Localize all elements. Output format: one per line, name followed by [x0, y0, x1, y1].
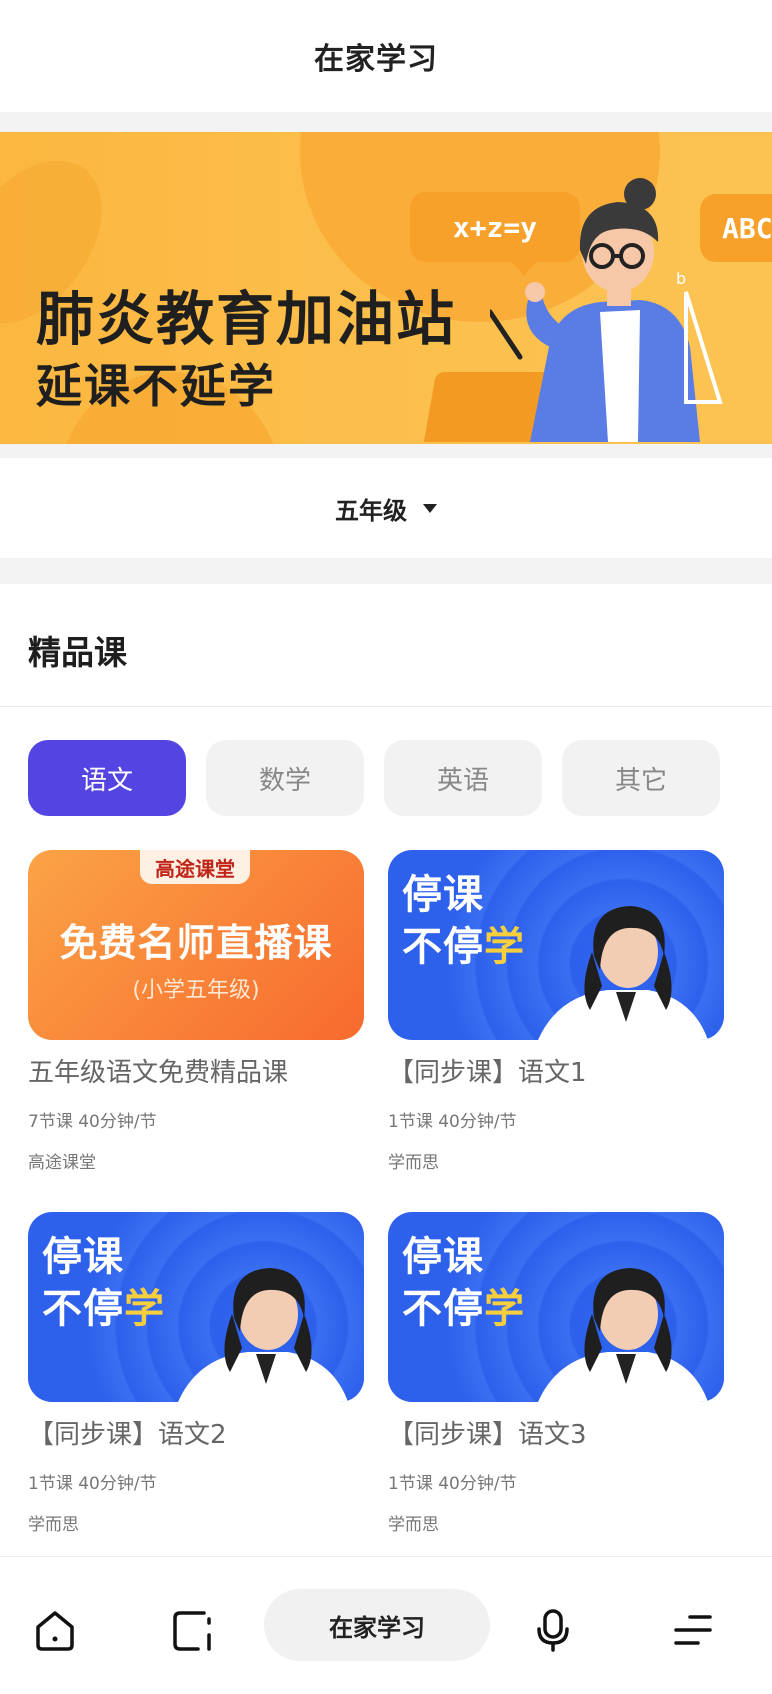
thumb-title: 免费名师直播课 — [59, 921, 333, 965]
thumb-line2: 不停学 — [42, 1276, 165, 1334]
separator — [0, 558, 772, 584]
app-header: 在家学习 — [0, 0, 772, 112]
course-card[interactable]: 停课 不停学 【同步课】语文2 1节课 40分钟/节 学而思 — [28, 1212, 364, 1535]
course-meta: 7节课 40分钟/节 — [28, 1112, 157, 1132]
course-name[interactable]: 【同步课】语文3 — [388, 1414, 724, 1451]
student-illustration — [178, 1268, 348, 1402]
course-meta: 1节课 40分钟/节 — [388, 1112, 517, 1132]
thumb-line1: 停课 — [42, 1234, 124, 1280]
course-card[interactable]: 停课 不停学 【同步课】语文3 1节课 40分钟/节 学而思 — [388, 1212, 724, 1535]
tab-english[interactable]: 英语 — [384, 740, 542, 816]
section-title: 精品课 — [28, 633, 127, 672]
menu-icon[interactable] — [670, 1607, 716, 1653]
banner-headline: 肺炎教育加油站 — [36, 285, 457, 353]
course-name[interactable]: 【同步课】语文1 — [388, 1052, 724, 1089]
grade-label: 五年级 — [335, 496, 407, 525]
tab-other[interactable]: 其它 — [562, 740, 720, 816]
tab-chinese[interactable]: 语文 — [28, 740, 186, 816]
course-name[interactable]: 【同步课】语文2 — [28, 1414, 364, 1451]
grade-selector[interactable]: 五年级 — [0, 458, 772, 558]
app-window-icon[interactable] — [170, 1607, 216, 1653]
course-card[interactable]: 停课 不停学 【同步课】语文1 1节课 40分钟/节 学而思 — [388, 850, 724, 1173]
teacher-illustration: b — [490, 178, 723, 442]
caret-down-icon — [423, 503, 437, 513]
thumb-line2: 不停学 — [402, 914, 525, 972]
course-card[interactable]: 高途课堂 免费名师直播课 (小学五年级) 五年级语文免费精品课 7节课 40分钟… — [28, 850, 364, 1173]
promo-banner[interactable]: x+z=y ABC b 肺炎教育加油站 延课不延学 — [0, 132, 772, 444]
thumb-line2-text: 不停 — [402, 924, 484, 970]
brand-badge: 高途课堂 — [140, 850, 250, 884]
svg-text:b: b — [676, 269, 686, 288]
thumb-line1: 停课 — [402, 1234, 484, 1280]
course-thumbnail[interactable]: 停课 不停学 — [388, 850, 724, 1040]
thumb-line2-text: 不停 — [42, 1286, 124, 1332]
subject-tabs: 语文 数学 英语 其它 — [28, 740, 728, 816]
course-source: 学而思 — [28, 1515, 79, 1535]
course-name[interactable]: 五年级语文免费精品课 — [28, 1052, 364, 1089]
nav-center-home-learning[interactable]: 在家学习 — [264, 1589, 490, 1661]
separator — [0, 444, 772, 458]
separator — [0, 112, 772, 132]
course-source: 学而思 — [388, 1515, 439, 1535]
bottom-nav: 在家学习 — [0, 1556, 772, 1694]
course-meta: 1节课 40分钟/节 — [388, 1474, 517, 1494]
thumb-line1: 停课 — [402, 872, 484, 918]
course-thumbnail[interactable]: 停课 不停学 — [28, 1212, 364, 1402]
microphone-icon[interactable] — [530, 1607, 576, 1653]
home-icon[interactable] — [32, 1607, 78, 1653]
student-illustration — [538, 906, 708, 1040]
banner-subline: 延课不延学 — [36, 359, 276, 413]
thumb-line2: 不停学 — [402, 1276, 525, 1334]
thumb-line2-text: 不停 — [402, 1286, 484, 1332]
course-meta: 1节课 40分钟/节 — [28, 1474, 157, 1494]
tab-math[interactable]: 数学 — [206, 740, 364, 816]
thumb-subtitle: (小学五年级) — [132, 978, 260, 1003]
course-source: 高途课堂 — [28, 1153, 96, 1173]
divider — [0, 706, 772, 707]
student-illustration — [538, 1268, 708, 1402]
page-title: 在家学习 — [314, 42, 438, 77]
course-thumbnail[interactable]: 高途课堂 免费名师直播课 (小学五年级) — [28, 850, 364, 1040]
course-source: 学而思 — [388, 1153, 439, 1173]
course-thumbnail[interactable]: 停课 不停学 — [388, 1212, 724, 1402]
